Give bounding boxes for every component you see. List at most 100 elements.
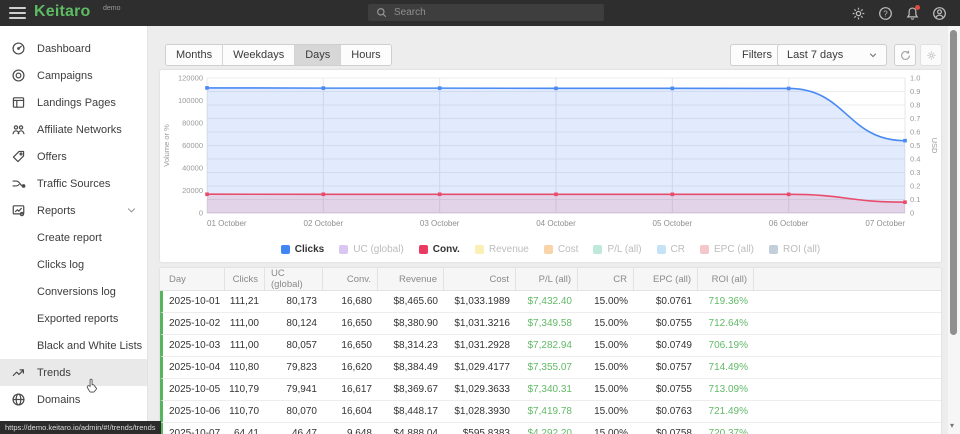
cell-clicks: 110,80 (225, 357, 265, 378)
legend-swatch (544, 245, 553, 254)
trends-line-chart[interactable]: 02000040000600008000010000012000000.10.2… (160, 70, 941, 236)
legend-item-roi-all-[interactable]: ROI (all) (769, 244, 820, 255)
legend-item-cr[interactable]: CR (657, 244, 685, 255)
chart-settings-button[interactable] (920, 44, 942, 66)
sidebar-item-offers[interactable]: Offers (0, 143, 147, 170)
sidebar-item-conversions-log[interactable]: Conversions log (0, 278, 147, 305)
point-clicks (205, 86, 209, 90)
sidebar-item-exported-reports[interactable]: Exported reports (0, 305, 147, 332)
scrollbar-thumb[interactable] (950, 30, 957, 335)
cell-cr: 15.00% (578, 401, 634, 422)
x-axis-label: 03 October (420, 219, 460, 228)
table-row[interactable]: 2025-10-03111,0080,05716,650$8,314.23$1,… (160, 335, 941, 357)
sidebar-item-traffic-sources[interactable]: Traffic Sources (0, 170, 147, 197)
cell-cr: 15.00% (578, 335, 634, 356)
table-row[interactable]: 2025-10-06110,7080,07016,604$8,448.17$1,… (160, 401, 941, 423)
table-row[interactable]: 2025-10-01111,2180,17316,680$8,465.60$1,… (160, 291, 941, 313)
cell-revenue: $8,380.90 (378, 313, 444, 334)
legend-item-conv-[interactable]: Conv. (419, 244, 460, 255)
y2-axis-tick: 0.3 (910, 168, 920, 177)
column-header-p-l-all-[interactable]: P/L (all) (516, 268, 578, 290)
y-axis-tick: 120000 (178, 74, 203, 83)
refresh-button[interactable] (894, 44, 916, 66)
top-bar: Keitaro demo Search ? (0, 0, 960, 26)
refresh-icon (899, 49, 912, 62)
cell-cr: 15.00% (578, 313, 634, 334)
sidebar-item-reports[interactable]: Reports (0, 197, 147, 224)
tab-months[interactable]: Months (166, 45, 223, 65)
sidebar-item-create-report[interactable]: Create report (0, 224, 147, 251)
column-header-epc-all-[interactable]: EPC (all) (634, 268, 698, 290)
reports-icon (11, 203, 26, 218)
sidebar-item-trends[interactable]: Trends (0, 359, 147, 386)
sidebar-item-label: Create report (37, 232, 102, 244)
account-icon[interactable] (930, 4, 948, 22)
column-header-roi-all-[interactable]: ROI (all) (698, 268, 754, 290)
point-conv- (554, 193, 558, 197)
legend-item-clicks[interactable]: Clicks (281, 244, 324, 255)
legend-item-uc-global-[interactable]: UC (global) (339, 244, 404, 255)
cell-cost: $1,028.3930 (444, 401, 516, 422)
table-row[interactable]: 2025-10-02111,0080,12416,650$8,380.90$1,… (160, 313, 941, 335)
sidebar-item-campaigns[interactable]: Campaigns (0, 62, 147, 89)
sidebar-item-black-and-white-lists[interactable]: Black and White Lists (0, 332, 147, 359)
cell-roi-all-: 713.09% (698, 379, 754, 400)
table-row[interactable]: 2025-10-0764,4146,479,648$4,888.04$595.8… (160, 423, 941, 434)
cell-revenue: $4,888.04 (378, 423, 444, 434)
column-header-revenue[interactable]: Revenue (378, 268, 444, 290)
sidebar-item-domains[interactable]: Domains (0, 386, 147, 413)
filters-button[interactable]: Filters (730, 44, 784, 66)
landings-icon (11, 95, 26, 110)
date-range-select[interactable]: Last 7 days (777, 44, 887, 66)
column-header-uc-global-[interactable]: UC (global) (265, 268, 323, 290)
sidebar-item-dashboard[interactable]: Dashboard (0, 35, 147, 62)
help-icon[interactable]: ? (876, 4, 894, 22)
cell-roi-all-: 720.37% (698, 423, 754, 434)
search-input[interactable]: Search (368, 4, 604, 21)
tab-hours[interactable]: Hours (341, 45, 390, 65)
column-header-cost[interactable]: Cost (444, 268, 516, 290)
sidebar-item-label: Clicks log (37, 259, 84, 271)
column-header-cr[interactable]: CR (578, 268, 634, 290)
cell-epc-all-: $0.0763 (634, 401, 698, 422)
legend-label: P/L (all) (607, 244, 641, 255)
column-header-day[interactable]: Day (163, 268, 225, 290)
search-icon (376, 7, 387, 18)
cell-revenue: $8,369.67 (378, 379, 444, 400)
notifications-bell-icon[interactable] (903, 4, 921, 22)
point-conv- (205, 192, 209, 196)
cell-revenue: $8,314.23 (378, 335, 444, 356)
scrollbar-down-arrow[interactable]: ▾ (950, 422, 958, 430)
column-header-conv-[interactable]: Conv. (323, 268, 378, 290)
table-row[interactable]: 2025-10-05110,7979,94116,617$8,369.67$1,… (160, 379, 941, 401)
cell-revenue: $8,384.49 (378, 357, 444, 378)
cell-day: 2025-10-01 (163, 291, 225, 312)
sidebar-item-landings-pages[interactable]: Landings Pages (0, 89, 147, 116)
tab-weekdays[interactable]: Weekdays (223, 45, 295, 65)
point-conv- (787, 193, 791, 197)
sidebar-item-affiliate-networks[interactable]: Affiliate Networks (0, 116, 147, 143)
table-row[interactable]: 2025-10-04110,8079,82316,620$8,384.49$1,… (160, 357, 941, 379)
vertical-scrollbar[interactable]: ▾ (948, 26, 960, 434)
sidebar-item-label: Offers (37, 151, 67, 163)
point-clicks (903, 139, 907, 143)
hamburger-menu-icon[interactable] (9, 7, 26, 19)
sidebar-item-clicks-log[interactable]: Clicks log (0, 251, 147, 278)
legend-item-p-l-all-[interactable]: P/L (all) (593, 244, 641, 255)
y2-axis-tick: 0.5 (910, 141, 920, 150)
column-header-clicks[interactable]: Clicks (225, 268, 265, 290)
legend-item-revenue[interactable]: Revenue (475, 244, 529, 255)
cell-day: 2025-10-03 (163, 335, 225, 356)
cell-cost: $595.8383 (444, 423, 516, 434)
settings-gear-icon[interactable] (849, 4, 867, 22)
cell-day: 2025-10-05 (163, 379, 225, 400)
tab-days[interactable]: Days (295, 45, 341, 65)
cell-day: 2025-10-02 (163, 313, 225, 334)
point-conv- (903, 200, 907, 204)
cell-roi-all-: 714.49% (698, 357, 754, 378)
sidebar-item-label: Conversions log (37, 286, 116, 298)
cell-uc-global-: 79,823 (265, 357, 323, 378)
legend-item-epc-all-[interactable]: EPC (all) (700, 244, 754, 255)
x-axis-label: 06 October (769, 219, 809, 228)
legend-item-cost[interactable]: Cost (544, 244, 579, 255)
